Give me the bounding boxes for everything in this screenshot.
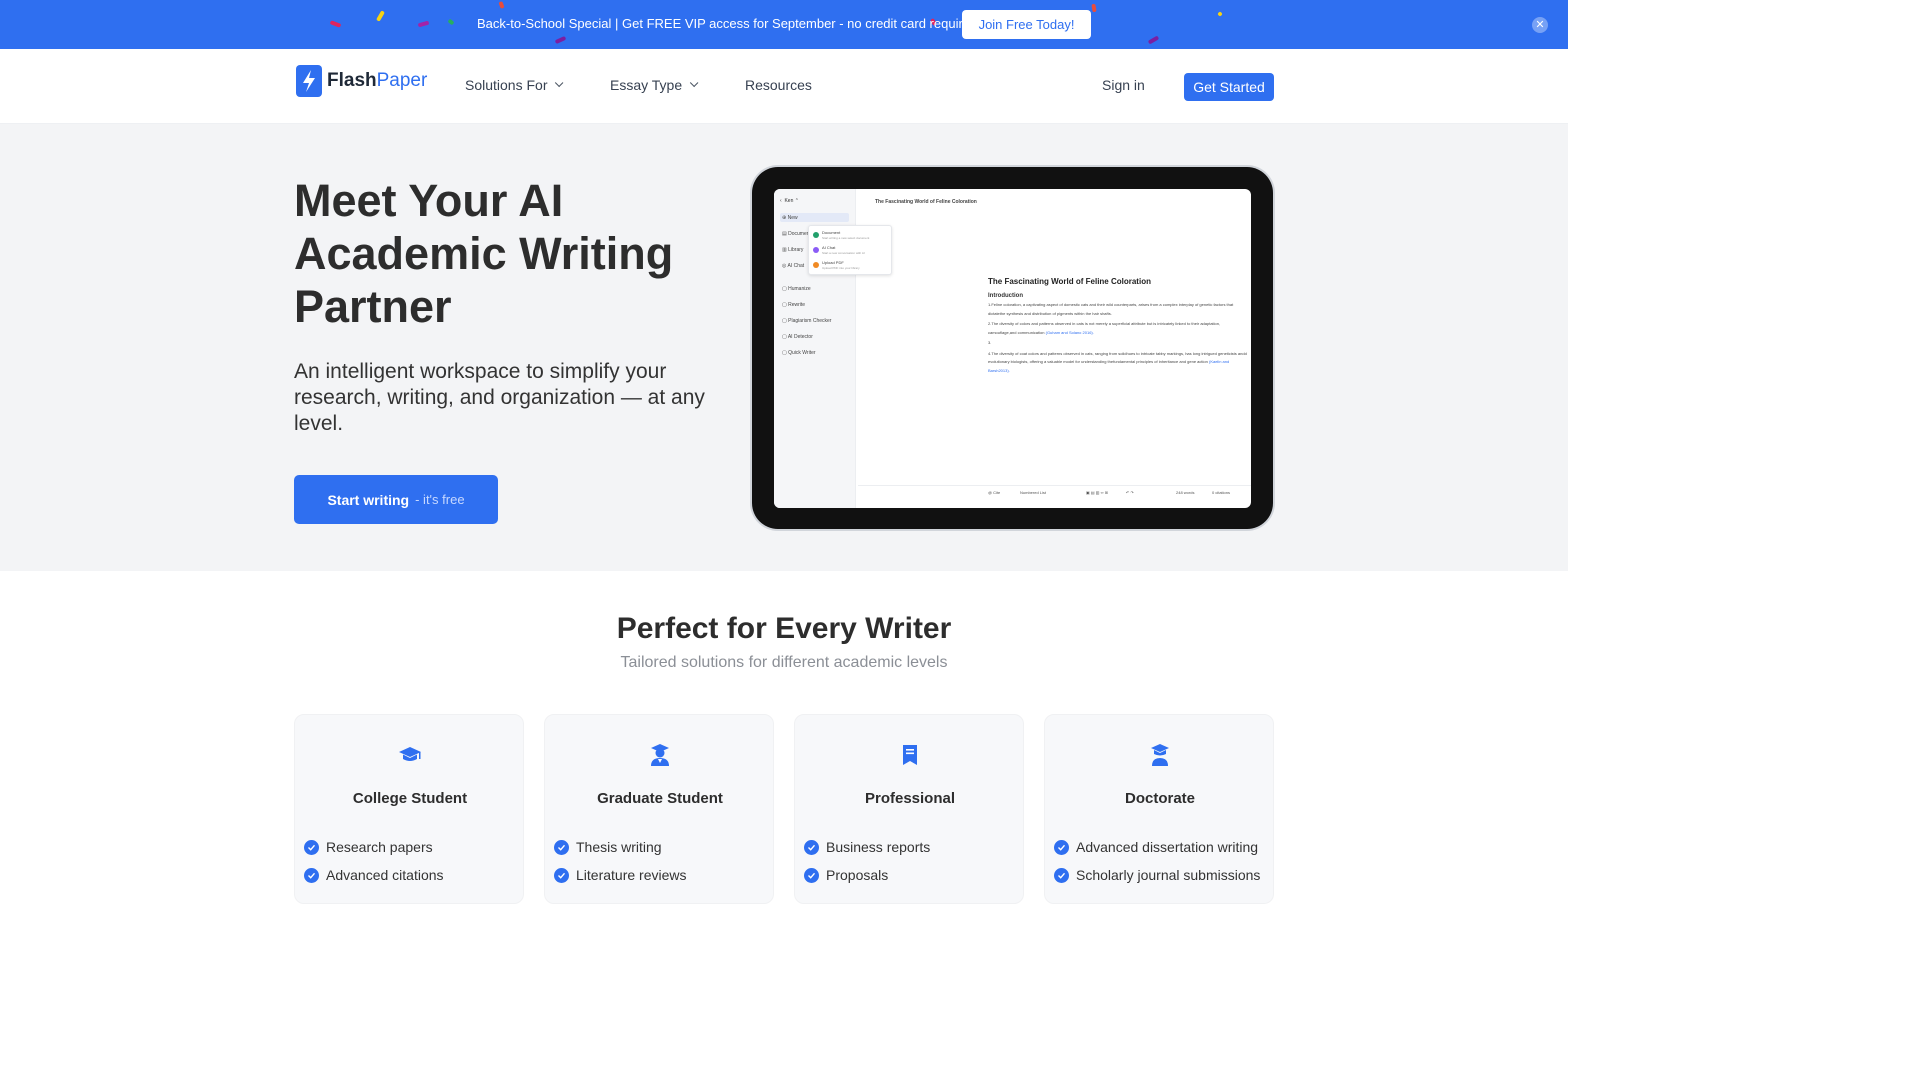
confetti xyxy=(554,35,567,45)
list-item: Thesis writing xyxy=(554,839,662,855)
hero-subtitle: An intelligent workspace to simplify you… xyxy=(294,360,705,435)
start-writing-button[interactable]: Start writing - it's free xyxy=(294,475,498,524)
confetti xyxy=(376,10,385,22)
list-select: Numbered List xyxy=(1020,490,1047,495)
tablet-mockup: ‹ Ken ⌃ ⊕ New ▤ Documents ▥ Library ◎ AI… xyxy=(752,167,1273,529)
close-icon[interactable]: ✕ xyxy=(1532,17,1548,33)
check-icon xyxy=(1054,839,1069,855)
graduate-person-icon xyxy=(648,743,672,767)
nav-label: Resources xyxy=(745,77,812,93)
cite-button: @ Cite xyxy=(988,490,1001,495)
section-title: Perfect for Every Writer xyxy=(616,612,952,645)
cta-main-label: Start writing xyxy=(327,491,410,508)
list-item: Proposals xyxy=(804,867,888,883)
list-item: Scholarly journal submissions xyxy=(1054,867,1260,883)
card-title: Professional xyxy=(864,790,956,807)
cta-suffix-label: - it's free xyxy=(415,492,465,507)
chevron-down-icon xyxy=(555,78,564,88)
nav-essay-type[interactable]: Essay Type xyxy=(610,77,699,93)
sidebar-ai-chat: ◎ AI Chat xyxy=(782,263,805,269)
app-user: ‹ Ken ⌃ xyxy=(780,198,799,204)
format-icons: ▣ ▤ ▥ ∞ ⊞ xyxy=(1086,490,1108,495)
confetti xyxy=(447,18,455,26)
sidebar-quick-writer: ▢ Quick Writer xyxy=(782,350,816,356)
card-college-student[interactable]: College Student Research papers Advanced… xyxy=(294,714,524,904)
sidebar-rewrite: ▢ Rewrite xyxy=(782,302,806,308)
doctorate-icon xyxy=(1148,743,1172,767)
paragraph: 3. xyxy=(988,340,992,345)
top-navigation: FlashPaper Solutions For Essay Type Reso… xyxy=(0,49,1568,124)
nav-label: Solutions For xyxy=(465,77,548,93)
check-icon xyxy=(304,867,319,883)
sign-in-link[interactable]: Sign in xyxy=(1102,77,1145,93)
list-item: Research papers xyxy=(304,839,433,855)
document-section: Introduction xyxy=(988,293,1023,299)
paragraph: 2.The diversity of colors and patterns o… xyxy=(988,321,1221,335)
card-title: College Student xyxy=(352,790,468,807)
list-item: Literature reviews xyxy=(554,867,687,883)
sidebar-humanize: ▢ Humanize xyxy=(782,286,811,292)
citation-count: 0 citations xyxy=(1212,490,1231,495)
card-graduate-student[interactable]: Graduate Student Thesis writing Literatu… xyxy=(544,714,774,904)
check-icon xyxy=(804,867,819,883)
list-item: Business reports xyxy=(804,839,930,855)
check-icon xyxy=(554,839,569,855)
confetti xyxy=(1091,3,1097,13)
nav-solutions-for[interactable]: Solutions For xyxy=(465,77,564,93)
confetti xyxy=(417,20,430,28)
card-doctorate[interactable]: Doctorate Advanced dissertation writing … xyxy=(1044,714,1274,904)
undo-redo-icons: ↶ ↷ xyxy=(1126,490,1134,495)
confetti xyxy=(1147,35,1160,45)
document-content: The Fascinating World of Feline Colorati… xyxy=(988,277,1248,375)
paragraph: 1.Feline coloration, a captivating aspec… xyxy=(988,302,1234,316)
check-icon xyxy=(804,839,819,855)
section-subtitle: Tailored solutions for different academi… xyxy=(620,654,948,671)
check-icon xyxy=(304,839,319,855)
word-count: 248 words xyxy=(1176,490,1195,495)
hero-section: Meet Your AI Academic Writing Partner An… xyxy=(0,124,1568,571)
chevron-down-icon xyxy=(690,78,699,88)
logo-text: FlashPaper xyxy=(327,70,428,91)
card-professional[interactable]: Professional Business reports Proposals xyxy=(794,714,1024,904)
nav-resources[interactable]: Resources xyxy=(745,77,812,93)
card-title: Doctorate xyxy=(1124,790,1195,807)
lightning-icon xyxy=(296,65,322,97)
hero-title: Meet Your AI Academic Writing Partner xyxy=(294,175,674,332)
logo[interactable]: FlashPaper xyxy=(296,65,427,97)
confetti xyxy=(498,1,505,9)
bookmark-book-icon xyxy=(898,743,922,767)
sidebar-new: ⊕ New xyxy=(782,215,798,221)
confetti xyxy=(329,20,342,28)
document-tab-title: The Fascinating World of Feline Colorati… xyxy=(875,199,977,205)
sidebar-plagiarism: ▢ Plagiarism Checker xyxy=(782,318,832,324)
promo-text: Back-to-School Special | Get FREE VIP ac… xyxy=(477,16,978,31)
promo-banner: Back-to-School Special | Get FREE VIP ac… xyxy=(0,0,1568,49)
popup-document: Document Start writing a new select docum… xyxy=(813,230,869,240)
nav-label: Essay Type xyxy=(610,77,683,93)
sidebar-ai-detector: ▢ AI Detector xyxy=(782,334,813,340)
check-icon xyxy=(1054,867,1069,883)
graduation-cap-icon xyxy=(398,743,422,767)
check-icon xyxy=(554,867,569,883)
list-item: Advanced dissertation writing xyxy=(1054,839,1258,855)
app-screenshot: ‹ Ken ⌃ ⊕ New ▤ Documents ▥ Library ◎ AI… xyxy=(774,189,1251,508)
confetti xyxy=(1217,11,1223,17)
card-title: Graduate Student xyxy=(597,790,723,807)
list-item: Advanced citations xyxy=(304,867,444,883)
new-menu-popup: Document Start writing a new select docum… xyxy=(808,225,892,275)
join-free-button[interactable]: Join Free Today! xyxy=(962,10,1091,39)
popup-ai-chat: AI Chat Start a new conversation with AI xyxy=(813,245,865,255)
sidebar-library: ▥ Library xyxy=(782,247,804,253)
get-started-button[interactable]: Get Started xyxy=(1184,73,1274,101)
paragraph: 4.The diversity of coat colors and patte… xyxy=(988,350,1247,373)
popup-upload-pdf: Upload PDF Upload PDF into your library xyxy=(813,260,860,270)
editor-toolbar: @ Cite Numbered List ▣ ▤ ▥ ∞ ⊞ ↶ ↷ 248 w… xyxy=(858,485,1251,499)
document-title: The Fascinating World of Feline Colorati… xyxy=(988,277,1151,286)
